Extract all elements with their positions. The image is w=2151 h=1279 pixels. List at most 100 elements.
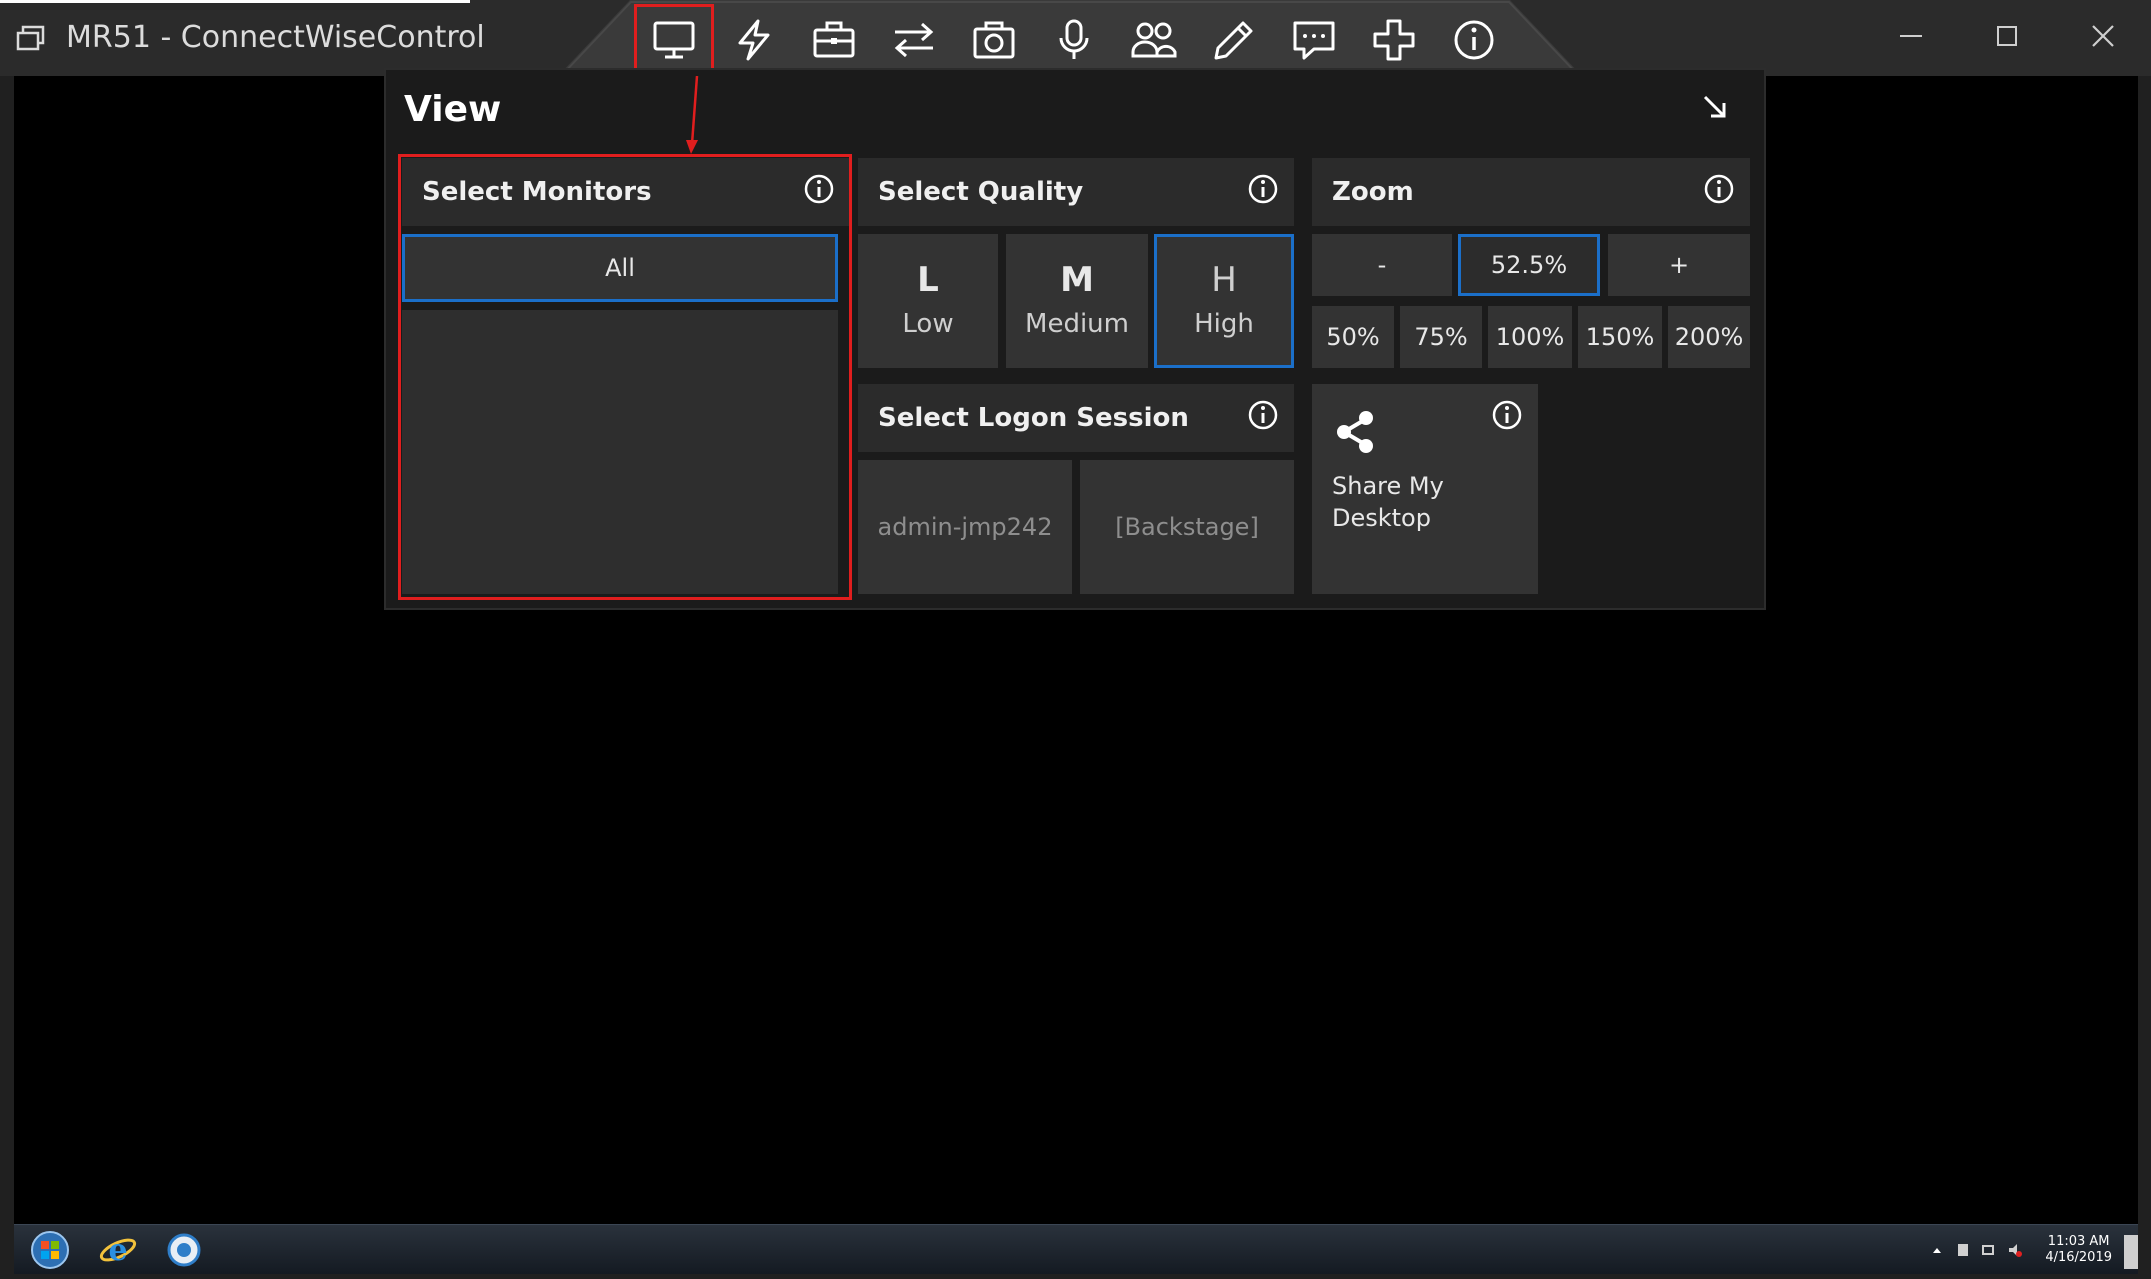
toolbar-actions-button[interactable]: [714, 4, 794, 76]
monitor-all-label: All: [605, 254, 635, 282]
info-icon[interactable]: [802, 172, 836, 206]
monitor-preview-area: [402, 310, 838, 594]
tray-network-icon[interactable]: [1981, 1242, 1997, 1258]
toolbar-participants-button[interactable]: [1114, 4, 1194, 76]
zoom-decrease-button[interactable]: -: [1312, 234, 1452, 296]
taskbar-clock[interactable]: 11:03 AM 4/16/2019: [2045, 1234, 2112, 1266]
zoom-preset-label: 100%: [1495, 323, 1565, 351]
info-icon[interactable]: [1246, 172, 1280, 206]
tray-device-icon[interactable]: [1955, 1242, 1971, 1258]
connectwise-icon: [167, 1233, 201, 1267]
quality-header-label: Select Quality: [878, 177, 1084, 207]
microphone-icon: [1059, 19, 1089, 59]
close-button[interactable]: [2055, 0, 2151, 72]
quality-high-button[interactable]: H High: [1154, 234, 1294, 368]
logon-session-section-header: Select Logon Session: [858, 384, 1294, 452]
clock-date: 4/16/2019: [2045, 1250, 2112, 1265]
zoom-preset-label: 50%: [1326, 323, 1380, 351]
internet-explorer-icon: e: [99, 1233, 137, 1268]
window-menu-icon[interactable]: [14, 22, 48, 56]
clock-time: 11:03 AM: [2047, 1234, 2110, 1249]
zoom-preset-200[interactable]: 200%: [1668, 306, 1750, 368]
view-panel: View Select Monitors All Select Quality …: [384, 68, 1766, 610]
monitors-section-header: Select Monitors: [402, 158, 850, 226]
zoom-section-header: Zoom: [1312, 158, 1750, 226]
start-button[interactable]: [28, 1229, 72, 1271]
zoom-increase-button[interactable]: +: [1608, 234, 1750, 296]
tray-volume-icon[interactable]: [2007, 1242, 2023, 1258]
maximize-button[interactable]: [1959, 0, 2055, 72]
zoom-current-value[interactable]: 52.5%: [1458, 234, 1600, 296]
share-label-line2: Desktop: [1332, 504, 1431, 532]
briefcase-icon: [813, 21, 855, 58]
collapse-panel-button[interactable]: [1696, 88, 1734, 126]
info-icon[interactable]: [1490, 398, 1524, 432]
minimize-icon: [1900, 35, 1922, 37]
zoom-increase-label: +: [1668, 251, 1690, 279]
tray-expand-icon[interactable]: [1929, 1242, 1945, 1258]
zoom-preset-75[interactable]: 75%: [1400, 306, 1482, 368]
logon-session-header-label: Select Logon Session: [878, 403, 1189, 433]
toolbar-extensions-button[interactable]: [1354, 4, 1434, 76]
quality-high-label: High: [1194, 309, 1254, 339]
quality-section-header: Select Quality: [858, 158, 1294, 226]
quality-high-letter: H: [1211, 260, 1237, 300]
quality-medium-label: Medium: [1025, 309, 1129, 339]
info-circle-icon: [1454, 20, 1494, 60]
zoom-decrease-label: -: [1377, 251, 1387, 279]
monitor-all-button[interactable]: All: [402, 234, 838, 302]
people-icon: [1131, 22, 1177, 58]
camera-icon: [973, 21, 1015, 59]
logon-session-admin-button[interactable]: admin-jmp242: [858, 460, 1072, 594]
toolbar-toolbox-button[interactable]: [794, 4, 874, 76]
share-my-desktop-button[interactable]: Share My Desktop: [1312, 384, 1538, 594]
toolbar: [634, 4, 1514, 76]
chat-icon: [1293, 21, 1335, 60]
quality-low-button[interactable]: L Low: [858, 234, 998, 368]
monitors-header-label: Select Monitors: [422, 177, 652, 207]
toolbar-messages-button[interactable]: [1274, 4, 1354, 76]
taskbar: e 11:03 AM 4/16/2019: [14, 1224, 2138, 1274]
show-desktop-button[interactable]: [2124, 1235, 2138, 1269]
logon-session-backstage-label: [Backstage]: [1115, 513, 1259, 541]
caption-buttons: [1863, 0, 2151, 72]
info-icon[interactable]: [1702, 172, 1736, 206]
zoom-preset-label: 150%: [1585, 323, 1655, 351]
zoom-preset-label: 200%: [1674, 323, 1744, 351]
zoom-preset-150[interactable]: 150%: [1578, 306, 1662, 368]
logon-session-admin-label: admin-jmp242: [877, 513, 1053, 541]
quality-medium-letter: M: [1060, 260, 1094, 300]
toolbar-view-button[interactable]: [634, 4, 714, 76]
share-icon: [1337, 411, 1373, 453]
logon-session-backstage-button[interactable]: [Backstage]: [1080, 460, 1294, 594]
toolbar-info-button[interactable]: [1434, 4, 1514, 76]
pencil-icon: [1214, 21, 1253, 60]
transfer-arrows-icon: [894, 22, 934, 58]
toolbar-transfer-button[interactable]: [874, 4, 954, 76]
quality-low-letter: L: [917, 260, 939, 300]
zoom-header-label: Zoom: [1332, 177, 1414, 207]
titlebar-accent-line: [0, 0, 470, 3]
svg-text:e: e: [108, 1233, 127, 1268]
taskbar-internet-explorer[interactable]: e: [96, 1229, 140, 1271]
taskbar-connectwise[interactable]: [162, 1229, 206, 1271]
toolbar-audio-button[interactable]: [1034, 4, 1114, 76]
toolbar-annotate-button[interactable]: [1194, 4, 1274, 76]
minimize-button[interactable]: [1863, 0, 1959, 72]
close-icon: [2092, 25, 2114, 47]
zoom-preset-50[interactable]: 50%: [1312, 306, 1394, 368]
zoom-preset-label: 75%: [1414, 323, 1468, 351]
titlebar: MR51 - ConnectWiseControl: [0, 0, 2151, 76]
start-orb-icon: [31, 1231, 69, 1269]
monitor-icon: [653, 21, 695, 59]
quality-low-label: Low: [902, 309, 954, 339]
app-window: MR51 - ConnectWiseControl View Select Mo…: [0, 0, 2151, 1279]
maximize-icon: [1997, 26, 2017, 46]
info-icon[interactable]: [1246, 398, 1280, 432]
puzzle-icon: [1373, 19, 1415, 61]
window-title: MR51 - ConnectWiseControl: [66, 20, 485, 55]
zoom-current-label: 52.5%: [1490, 251, 1568, 279]
toolbar-screenshot-button[interactable]: [954, 4, 1034, 76]
zoom-preset-100[interactable]: 100%: [1488, 306, 1572, 368]
quality-medium-button[interactable]: M Medium: [1006, 234, 1148, 368]
